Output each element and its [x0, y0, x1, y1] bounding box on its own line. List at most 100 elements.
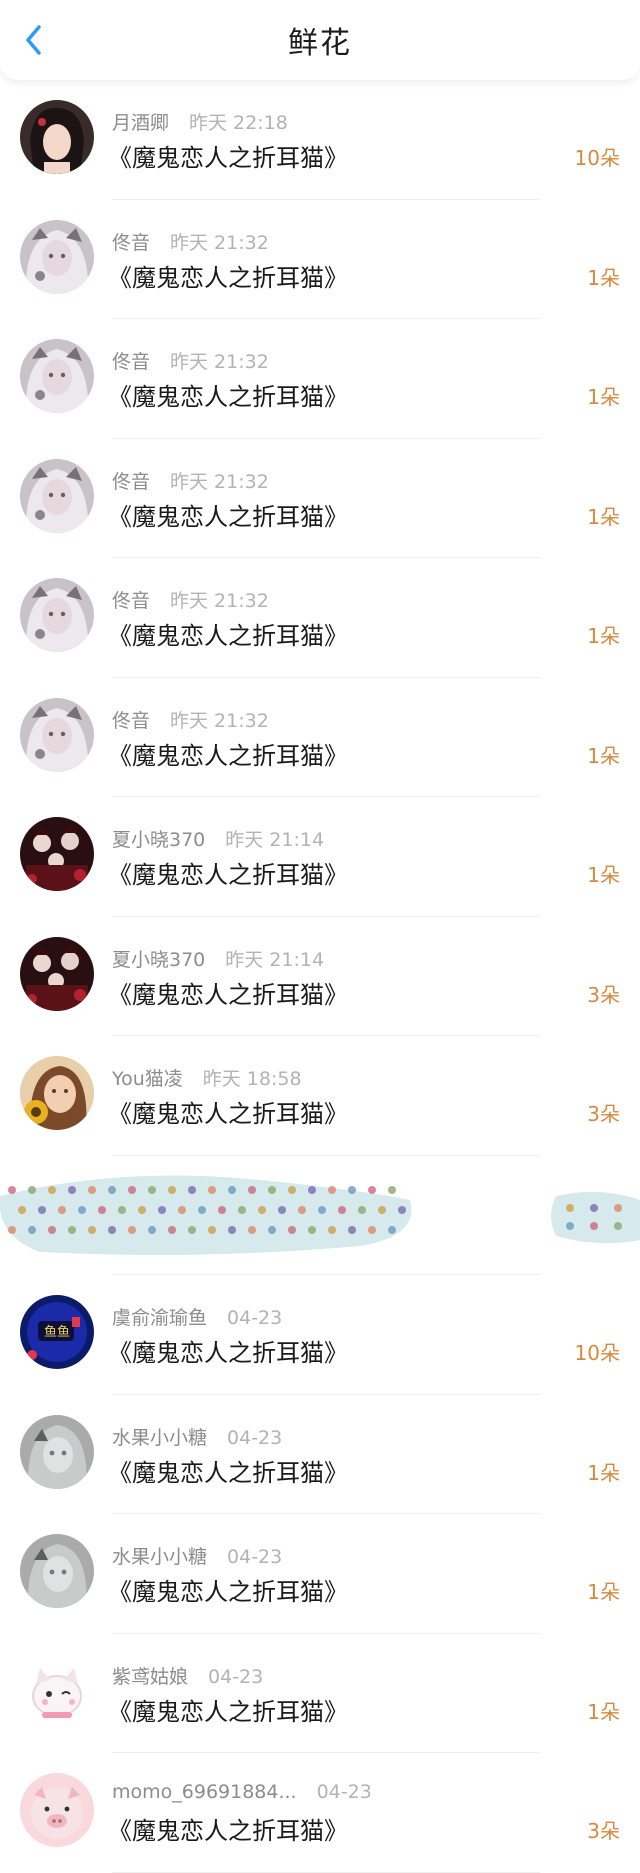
user-name[interactable]: 佟音	[112, 232, 150, 254]
item-meta: 夏小晓370 昨天 21:14	[112, 825, 324, 852]
item-meta: 佟音 昨天 21:32	[112, 586, 269, 613]
item-meta: 佟音 昨天 21:32	[112, 347, 269, 374]
timestamp: 昨天 21:32	[170, 590, 269, 612]
user-name[interactable]: 佟音	[112, 590, 150, 612]
item-meta: 紫鸢姑娘 04-23	[112, 1662, 263, 1689]
avatar[interactable]: 鱼鱼	[20, 1295, 94, 1369]
page-title: 鲜花	[288, 26, 352, 61]
list-item[interactable]: 紫鸢姑娘 04-23 《魔鬼恋人之折耳猫》 1朵	[0, 1634, 640, 1754]
list-item[interactable]: 夏小晓370 昨天 21:14 《魔鬼恋人之折耳猫》 1朵	[0, 797, 640, 917]
flower-count: 1朵	[587, 265, 620, 290]
work-title: 《魔鬼恋人之折耳猫》	[108, 263, 348, 292]
list-item[interactable]: 佟音 昨天 21:32 《魔鬼恋人之折耳猫》 1朵	[0, 200, 640, 320]
user-name[interactable]: 夏小晓370	[112, 949, 205, 971]
work-title: 《魔鬼恋人之折耳猫》	[108, 1339, 348, 1367]
avatar[interactable]	[20, 817, 94, 891]
redacted-row	[0, 1156, 640, 1276]
timestamp: 昨天 22:18	[189, 112, 288, 134]
timestamp: 04-23	[208, 1665, 264, 1688]
timestamp: 昨天 18:58	[202, 1068, 302, 1090]
flower-count: 3朵	[587, 1102, 620, 1126]
avatar[interactable]	[20, 1653, 94, 1728]
timestamp: 昨天 21:32	[170, 351, 269, 373]
avatar[interactable]	[20, 100, 94, 174]
item-meta: 佟音 昨天 21:32	[112, 706, 269, 733]
flower-count: 1朵	[587, 624, 620, 648]
timestamp: 04-23	[227, 1426, 283, 1449]
user-name[interactable]: 水果小小糖	[112, 1427, 207, 1449]
user-name[interactable]: 夏小晓370	[112, 829, 205, 851]
avatar[interactable]	[20, 1534, 94, 1608]
work-title: 《魔鬼恋人之折耳猫》	[108, 1100, 348, 1128]
list-item[interactable]: You猫凌 昨天 18:58 《魔鬼恋人之折耳猫》 3朵	[0, 1036, 640, 1156]
flower-count: 3朵	[587, 982, 620, 1007]
work-title: 《魔鬼恋人之折耳猫》	[108, 1458, 348, 1487]
user-name[interactable]: 水果小小糖	[112, 1546, 207, 1568]
avatar[interactable]	[20, 458, 94, 533]
list-item[interactable]: 佟音 昨天 21:32 《魔鬼恋人之折耳猫》 1朵	[0, 319, 640, 439]
flower-count: 1朵	[587, 504, 620, 529]
avatar[interactable]	[20, 697, 94, 772]
work-title: 《魔鬼恋人之折耳猫》	[108, 980, 348, 1009]
user-name[interactable]: 紫鸢姑娘	[112, 1666, 188, 1688]
flower-count: 1朵	[587, 385, 620, 409]
timestamp: 昨天 21:32	[170, 470, 269, 493]
flower-count: 1朵	[587, 1699, 620, 1724]
work-title: 《魔鬼恋人之折耳猫》	[108, 861, 348, 889]
item-meta: 夏小晓370 昨天 21:14	[112, 945, 324, 972]
avatar[interactable]	[20, 936, 94, 1011]
user-name[interactable]: 佟音	[112, 471, 150, 493]
header-bar: 鲜花	[0, 0, 640, 80]
item-meta: You猫凌 昨天 18:58	[112, 1064, 302, 1091]
flower-count: 1朵	[587, 743, 620, 768]
timestamp: 04-23	[227, 1307, 283, 1329]
work-title: 《魔鬼恋人之折耳猫》	[108, 383, 348, 411]
list-item[interactable]: 水果小小糖 04-23 《魔鬼恋人之折耳猫》 1朵	[0, 1514, 640, 1634]
work-title: 《魔鬼恋人之折耳猫》	[108, 1817, 348, 1845]
item-meta: 虞俞渝瑜鱼 04-23	[112, 1303, 282, 1330]
avatar[interactable]	[20, 1056, 94, 1130]
list-item[interactable]: 佟音 昨天 21:32 《魔鬼恋人之折耳猫》 1朵	[0, 558, 640, 678]
flower-count: 1朵	[587, 863, 620, 887]
work-title: 《魔鬼恋人之折耳猫》	[108, 502, 348, 531]
list-item[interactable]: 水果小小糖 04-23 《魔鬼恋人之折耳猫》 1朵	[0, 1395, 640, 1515]
timestamp: 昨天 21:14	[225, 829, 325, 851]
avatar[interactable]	[20, 1773, 94, 1847]
work-title: 《魔鬼恋人之折耳猫》	[108, 622, 348, 650]
work-title: 《魔鬼恋人之折耳猫》	[108, 1697, 348, 1726]
list-item[interactable]: 佟音 昨天 21:32 《魔鬼恋人之折耳猫》 1朵	[0, 439, 640, 559]
user-name[interactable]: You猫凌	[112, 1068, 183, 1090]
item-meta: 月酒卿 昨天 22:18	[112, 108, 288, 135]
item-meta: momo_69691884... 04-23	[112, 1781, 372, 1803]
item-meta: 佟音 昨天 21:32	[112, 228, 269, 255]
flower-count: 10朵	[574, 1341, 620, 1365]
list-item[interactable]: 月酒卿 昨天 22:18 《魔鬼恋人之折耳猫》 10朵	[0, 80, 640, 200]
list-item[interactable]: 佟音 昨天 21:32 《魔鬼恋人之折耳猫》 1朵	[0, 678, 640, 798]
item-meta: 佟音 昨天 21:32	[112, 467, 269, 494]
flower-count: 3朵	[587, 1819, 620, 1843]
user-name[interactable]: 月酒卿	[112, 112, 169, 134]
timestamp: 昨天 21:14	[225, 948, 325, 971]
user-name[interactable]: 佟音	[112, 351, 150, 373]
work-title: 《魔鬼恋人之折耳猫》	[108, 144, 348, 172]
avatar[interactable]	[20, 1414, 94, 1489]
item-meta: 水果小小糖 04-23	[112, 1423, 282, 1450]
timestamp: 04-23	[316, 1781, 372, 1803]
user-name[interactable]: 佟音	[112, 710, 150, 732]
flower-count: 10朵	[574, 146, 620, 170]
list-item[interactable]: 鱼鱼 虞俞渝瑜鱼 04-23 《魔鬼恋人之折耳猫》 10朵	[0, 1275, 640, 1395]
item-meta: 水果小小糖 04-23	[112, 1542, 282, 1569]
user-name[interactable]: 虞俞渝瑜鱼	[112, 1307, 207, 1329]
avatar[interactable]	[20, 578, 94, 652]
flower-count: 1朵	[587, 1580, 620, 1604]
timestamp: 昨天 21:32	[170, 231, 269, 254]
flower-count: 1朵	[587, 1460, 620, 1485]
svg-text:鱼鱼: 鱼鱼	[44, 1324, 70, 1340]
list-item[interactable]: 夏小晓370 昨天 21:14 《魔鬼恋人之折耳猫》 3朵	[0, 917, 640, 1037]
work-title: 《魔鬼恋人之折耳猫》	[108, 741, 348, 770]
redaction-scribble	[0, 1175, 640, 1255]
user-name[interactable]: momo_69691884...	[112, 1781, 297, 1803]
avatar[interactable]	[20, 219, 94, 294]
list-item[interactable]: momo_69691884... 04-23 《魔鬼恋人之折耳猫》 3朵	[0, 1753, 640, 1873]
avatar[interactable]	[20, 339, 94, 413]
